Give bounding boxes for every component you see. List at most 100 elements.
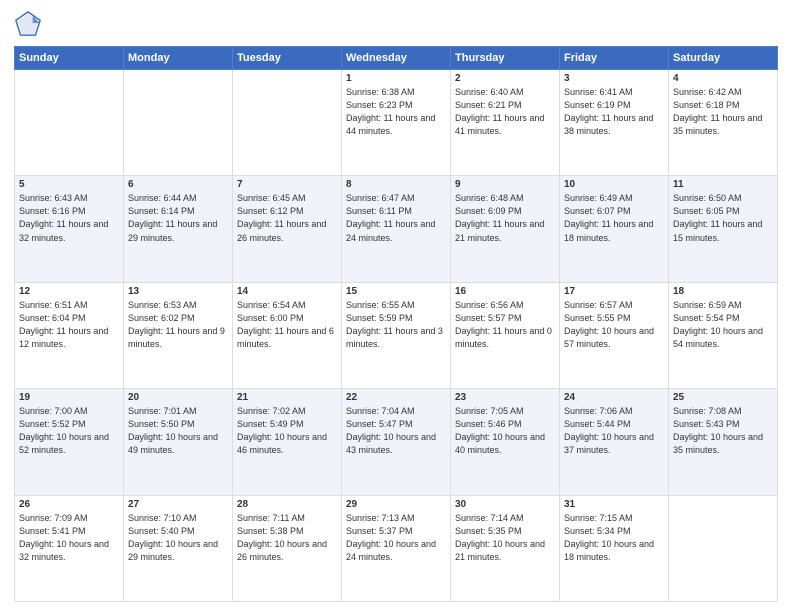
day-number: 8 — [346, 179, 446, 190]
calendar-cell: 31 Sunrise: 7:15 AM Sunset: 5:34 PM Dayli… — [560, 495, 669, 601]
day-number: 21 — [237, 392, 337, 403]
week-row-4: 26 Sunrise: 7:09 AM Sunset: 5:41 PM Dayli… — [15, 495, 778, 601]
day-info: Sunrise: 7:15 AM Sunset: 5:34 PM Dayligh… — [564, 512, 664, 564]
day-number: 5 — [19, 179, 119, 190]
calendar-cell: 11 Sunrise: 6:50 AM Sunset: 6:05 PM Dayli… — [669, 176, 778, 282]
day-number: 3 — [564, 73, 664, 84]
day-number: 2 — [455, 73, 555, 84]
calendar-cell: 4 Sunrise: 6:42 AM Sunset: 6:18 PM Daylig… — [669, 70, 778, 176]
calendar-cell: 7Sunrise: 6:45 AM Sunset: 6:12 PM Daylig… — [233, 176, 342, 282]
calendar-cell: 16 Sunrise: 6:56 AM Sunset: 5:57 PM Dayli… — [451, 282, 560, 388]
calendar-cell: 19Sunrise: 7:00 AM Sunset: 5:52 PM Dayli… — [15, 389, 124, 495]
week-row-0: 1 Sunrise: 6:38 AM Sunset: 6:23 PM Daylig… — [15, 70, 778, 176]
col-header-thursday: Thursday — [451, 47, 560, 70]
day-info: Sunrise: 7:05 AM Sunset: 5:46 PM Dayligh… — [455, 405, 555, 457]
day-number: 29 — [346, 499, 446, 510]
day-info: Sunrise: 6:53 AM Sunset: 6:02 PM Dayligh… — [128, 299, 228, 351]
calendar-cell: 21 Sunrise: 7:02 AM Sunset: 5:49 PM Dayli… — [233, 389, 342, 495]
day-info: Sunrise: 7:10 AM Sunset: 5:40 PM Dayligh… — [128, 512, 228, 564]
calendar-cell: 18 Sunrise: 6:59 AM Sunset: 5:54 PM Dayli… — [669, 282, 778, 388]
day-info: Sunrise: 6:54 AM Sunset: 6:00 PM Dayligh… — [237, 299, 337, 351]
logo-icon — [14, 10, 42, 38]
day-info: Sunrise: 6:56 AM Sunset: 5:57 PM Dayligh… — [455, 299, 555, 351]
header-row: SundayMondayTuesdayWednesdayThursdayFrid… — [15, 47, 778, 70]
day-info: Sunrise: 7:09 AM Sunset: 5:41 PM Dayligh… — [19, 512, 119, 564]
day-number: 12 — [19, 286, 119, 297]
calendar-cell: 20 Sunrise: 7:01 AM Sunset: 5:50 PM Dayli… — [124, 389, 233, 495]
calendar-cell: 13 Sunrise: 6:53 AM Sunset: 6:02 PM Dayli… — [124, 282, 233, 388]
day-info: Sunrise: 7:06 AM Sunset: 5:44 PM Dayligh… — [564, 405, 664, 457]
day-info: Sunrise: 7:13 AM Sunset: 5:37 PM Dayligh… — [346, 512, 446, 564]
day-number: 13 — [128, 286, 228, 297]
day-number: 18 — [673, 286, 773, 297]
day-number: 24 — [564, 392, 664, 403]
calendar-cell: 23 Sunrise: 7:05 AM Sunset: 5:46 PM Dayli… — [451, 389, 560, 495]
day-number: 10 — [564, 179, 664, 190]
calendar-cell: 27 Sunrise: 7:10 AM Sunset: 5:40 PM Dayli… — [124, 495, 233, 601]
calendar-cell — [669, 495, 778, 601]
day-info: Sunrise: 6:38 AM Sunset: 6:23 PM Dayligh… — [346, 86, 446, 138]
day-number: 23 — [455, 392, 555, 403]
calendar-cell: 25 Sunrise: 7:08 AM Sunset: 5:43 PM Dayli… — [669, 389, 778, 495]
header — [14, 10, 778, 38]
day-number: 20 — [128, 392, 228, 403]
day-info: Sunrise: 7:08 AM Sunset: 5:43 PM Dayligh… — [673, 405, 773, 457]
day-info: Sunrise: 6:42 AM Sunset: 6:18 PM Dayligh… — [673, 86, 773, 138]
day-info: Sunrise: 7:01 AM Sunset: 5:50 PM Dayligh… — [128, 405, 228, 457]
calendar-cell: 29 Sunrise: 7:13 AM Sunset: 5:37 PM Dayli… — [342, 495, 451, 601]
day-number: 17 — [564, 286, 664, 297]
calendar-cell: 3 Sunrise: 6:41 AM Sunset: 6:19 PM Daylig… — [560, 70, 669, 176]
page: SundayMondayTuesdayWednesdayThursdayFrid… — [0, 0, 792, 612]
day-number: 28 — [237, 499, 337, 510]
day-info: Sunrise: 7:04 AM Sunset: 5:47 PM Dayligh… — [346, 405, 446, 457]
day-number: 16 — [455, 286, 555, 297]
day-number: 6 — [128, 179, 228, 190]
day-number: 11 — [673, 179, 773, 190]
calendar-cell: 6Sunrise: 6:44 AM Sunset: 6:14 PM Daylig… — [124, 176, 233, 282]
calendar-cell: 2 Sunrise: 6:40 AM Sunset: 6:21 PM Daylig… — [451, 70, 560, 176]
day-number: 7 — [237, 179, 337, 190]
col-header-saturday: Saturday — [669, 47, 778, 70]
col-header-sunday: Sunday — [15, 47, 124, 70]
calendar-cell: 22Sunrise: 7:04 AM Sunset: 5:47 PM Dayli… — [342, 389, 451, 495]
day-info: Sunrise: 6:41 AM Sunset: 6:19 PM Dayligh… — [564, 86, 664, 138]
day-number: 19 — [19, 392, 119, 403]
day-number: 31 — [564, 499, 664, 510]
calendar-cell: 15 Sunrise: 6:55 AM Sunset: 5:59 PM Dayli… — [342, 282, 451, 388]
week-row-1: 5 Sunrise: 6:43 AM Sunset: 6:16 PM Daylig… — [15, 176, 778, 282]
calendar-cell: 28 Sunrise: 7:11 AM Sunset: 5:38 PM Dayli… — [233, 495, 342, 601]
calendar-cell: 9 Sunrise: 6:48 AM Sunset: 6:09 PM Daylig… — [451, 176, 560, 282]
calendar-cell: 26 Sunrise: 7:09 AM Sunset: 5:41 PM Dayli… — [15, 495, 124, 601]
day-info: Sunrise: 6:47 AM Sunset: 6:11 PM Dayligh… — [346, 192, 446, 244]
day-info: Sunrise: 7:02 AM Sunset: 5:49 PM Dayligh… — [237, 405, 337, 457]
calendar-cell: 10 Sunrise: 6:49 AM Sunset: 6:07 PM Dayli… — [560, 176, 669, 282]
col-header-monday: Monday — [124, 47, 233, 70]
day-number: 26 — [19, 499, 119, 510]
day-number: 9 — [455, 179, 555, 190]
col-header-friday: Friday — [560, 47, 669, 70]
calendar-cell: 12Sunrise: 6:51 AM Sunset: 6:04 PM Dayli… — [15, 282, 124, 388]
day-info: Sunrise: 6:57 AM Sunset: 5:55 PM Dayligh… — [564, 299, 664, 351]
calendar-cell: 24 Sunrise: 7:06 AM Sunset: 5:44 PM Dayli… — [560, 389, 669, 495]
week-row-2: 12Sunrise: 6:51 AM Sunset: 6:04 PM Dayli… — [15, 282, 778, 388]
day-info: Sunrise: 6:50 AM Sunset: 6:05 PM Dayligh… — [673, 192, 773, 244]
day-number: 25 — [673, 392, 773, 403]
day-number: 1 — [346, 73, 446, 84]
day-number: 14 — [237, 286, 337, 297]
day-number: 27 — [128, 499, 228, 510]
day-info: Sunrise: 6:40 AM Sunset: 6:21 PM Dayligh… — [455, 86, 555, 138]
day-info: Sunrise: 6:49 AM Sunset: 6:07 PM Dayligh… — [564, 192, 664, 244]
calendar-cell: 17 Sunrise: 6:57 AM Sunset: 5:55 PM Dayli… — [560, 282, 669, 388]
day-info: Sunrise: 7:11 AM Sunset: 5:38 PM Dayligh… — [237, 512, 337, 564]
calendar-cell — [233, 70, 342, 176]
day-info: Sunrise: 6:59 AM Sunset: 5:54 PM Dayligh… — [673, 299, 773, 351]
calendar-cell: 14 Sunrise: 6:54 AM Sunset: 6:00 PM Dayli… — [233, 282, 342, 388]
day-number: 4 — [673, 73, 773, 84]
week-row-3: 19Sunrise: 7:00 AM Sunset: 5:52 PM Dayli… — [15, 389, 778, 495]
calendar-cell: 5 Sunrise: 6:43 AM Sunset: 6:16 PM Daylig… — [15, 176, 124, 282]
day-number: 15 — [346, 286, 446, 297]
day-info: Sunrise: 7:14 AM Sunset: 5:35 PM Dayligh… — [455, 512, 555, 564]
day-info: Sunrise: 6:43 AM Sunset: 6:16 PM Dayligh… — [19, 192, 119, 244]
day-info: Sunrise: 6:55 AM Sunset: 5:59 PM Dayligh… — [346, 299, 446, 351]
day-info: Sunrise: 6:48 AM Sunset: 6:09 PM Dayligh… — [455, 192, 555, 244]
